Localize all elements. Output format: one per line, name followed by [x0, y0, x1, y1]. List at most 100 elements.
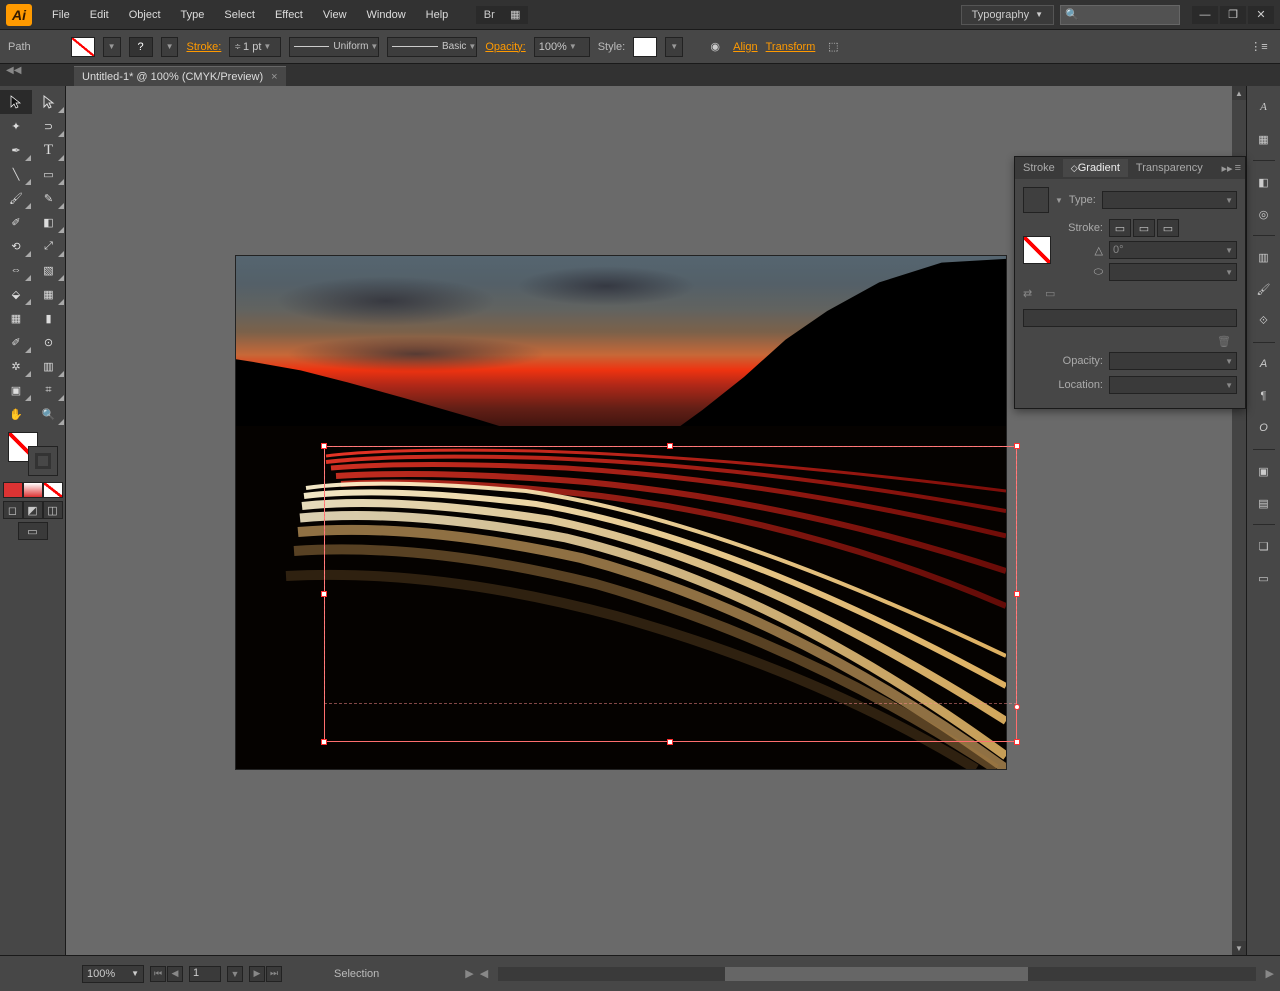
workspace-switcher[interactable]: Typography ▼: [961, 5, 1054, 25]
color-panel-icon[interactable]: ◧: [1251, 169, 1277, 195]
style-swatch[interactable]: [633, 37, 657, 57]
gradient-preview-swatch[interactable]: [1023, 187, 1049, 213]
delete-stop-icon[interactable]: 🗑: [1217, 335, 1231, 348]
scroll-right-icon[interactable]: ▶: [1266, 967, 1274, 980]
bridge-icon[interactable]: Br: [476, 6, 502, 24]
stroke-panel-icon[interactable]: A: [1251, 351, 1277, 377]
panel-collapse-icon[interactable]: ▸▸: [1222, 162, 1233, 175]
transparency-panel-icon[interactable]: O: [1251, 415, 1277, 441]
first-artboard-btn[interactable]: ⏮: [150, 966, 166, 982]
artboard-tool[interactable]: ▣: [0, 378, 32, 402]
menu-file[interactable]: File: [42, 5, 80, 25]
character-panel-icon[interactable]: A: [1251, 94, 1277, 120]
hand-tool[interactable]: ✋: [0, 402, 32, 426]
gradient-color-btn[interactable]: [23, 482, 43, 498]
scroll-down-icon[interactable]: ▼: [1232, 941, 1246, 955]
menu-view[interactable]: View: [313, 5, 357, 25]
horizontal-scrollbar[interactable]: [498, 967, 1255, 981]
scale-tool[interactable]: ⤢: [33, 234, 65, 258]
fill-dropdown[interactable]: ▼: [103, 37, 121, 57]
tab-stroke[interactable]: Stroke: [1015, 159, 1063, 177]
type-tool[interactable]: T: [33, 138, 65, 162]
search-input[interactable]: 🔍: [1060, 5, 1180, 25]
minimize-button[interactable]: —: [1192, 6, 1218, 24]
gradient-fill-swatch[interactable]: [1023, 236, 1051, 264]
reverse-gradient-icon[interactable]: ⇄: [1023, 287, 1041, 305]
eyedropper-tool[interactable]: ✐: [0, 330, 32, 354]
symbols-panel-icon[interactable]: ⟐: [1251, 308, 1277, 334]
stroke-link[interactable]: Stroke:: [186, 41, 221, 53]
layers-panel-icon[interactable]: ❏: [1251, 533, 1277, 559]
close-button[interactable]: ✕: [1248, 6, 1274, 24]
paragraph-panel-icon[interactable]: ▦: [1251, 126, 1277, 152]
blend-tool[interactable]: ⊙: [33, 330, 65, 354]
menu-effect[interactable]: Effect: [265, 5, 313, 25]
stroke-profile-dropdown[interactable]: Uniform▼: [289, 37, 379, 57]
menu-object[interactable]: Object: [119, 5, 171, 25]
opacity-field[interactable]: 100%▼: [534, 37, 590, 57]
recolor-icon[interactable]: ◉: [705, 37, 725, 57]
brush-definition-dropdown[interactable]: Basic▼: [387, 37, 477, 57]
gradient-slider[interactable]: [1023, 309, 1237, 327]
prev-artboard-btn[interactable]: ◀: [167, 966, 183, 982]
stroke-apply-across[interactable]: ▭: [1157, 219, 1179, 237]
gradient-across-icon[interactable]: ▭: [1045, 287, 1063, 305]
free-transform-tool[interactable]: ▧: [33, 258, 65, 282]
color-guide-icon[interactable]: ◎: [1251, 201, 1277, 227]
selection-tool[interactable]: [0, 90, 32, 114]
menu-type[interactable]: Type: [171, 5, 215, 25]
panel-menu-icon[interactable]: ≡: [1235, 162, 1241, 175]
direct-selection-tool[interactable]: [33, 90, 65, 114]
maximize-button[interactable]: ❐: [1220, 6, 1246, 24]
screen-mode[interactable]: ▭: [18, 522, 48, 540]
menu-window[interactable]: Window: [357, 5, 416, 25]
pencil-tool[interactable]: ✎: [33, 186, 65, 210]
artboard-number-field[interactable]: 1: [189, 966, 221, 982]
appearance-panel-icon[interactable]: ▣: [1251, 458, 1277, 484]
brushes-panel-icon[interactable]: 🖌: [1251, 276, 1277, 302]
isolate-icon[interactable]: ⬚: [823, 37, 843, 57]
collapse-tabs-icon[interactable]: ◀◀: [6, 65, 21, 76]
symbol-sprayer-tool[interactable]: ✲: [0, 354, 32, 378]
tab-transparency[interactable]: Transparency: [1128, 159, 1211, 177]
tool-hint-arrow[interactable]: ▶: [465, 967, 473, 980]
rotate-tool[interactable]: ⟲: [0, 234, 32, 258]
next-artboard-btn[interactable]: ▶: [249, 966, 265, 982]
width-tool[interactable]: ⇔: [0, 258, 32, 282]
align-link[interactable]: Align: [733, 41, 757, 53]
stroke-dropdown[interactable]: ▼: [161, 37, 179, 57]
lasso-tool[interactable]: ⊃: [33, 114, 65, 138]
draw-inside[interactable]: ◫: [43, 501, 63, 519]
gradient-panel-icon[interactable]: ¶: [1251, 383, 1277, 409]
grad-location-field[interactable]: ▼: [1109, 376, 1237, 394]
fill-swatch[interactable]: [71, 37, 95, 57]
eraser-tool[interactable]: ◧: [33, 210, 65, 234]
slice-tool[interactable]: ⌗: [33, 378, 65, 402]
stroke-apply-within[interactable]: ▭: [1109, 219, 1131, 237]
perspective-tool[interactable]: ▦: [33, 282, 65, 306]
gradient-angle-field[interactable]: 0°▼: [1109, 241, 1237, 259]
scroll-up-icon[interactable]: ▲: [1232, 86, 1246, 100]
draw-normal[interactable]: ◻: [3, 501, 23, 519]
swatches-panel-icon[interactable]: ▥: [1251, 244, 1277, 270]
opacity-link[interactable]: Opacity:: [485, 41, 525, 53]
shape-builder-tool[interactable]: ⬙: [0, 282, 32, 306]
gradient-panel[interactable]: Stroke ◇Gradient Transparency ▸▸ ≡ ▼ Typ…: [1014, 156, 1246, 409]
stroke-swatch[interactable]: ?: [129, 37, 153, 57]
rectangle-tool[interactable]: ▭: [33, 162, 65, 186]
menu-edit[interactable]: Edit: [80, 5, 119, 25]
grad-opacity-field[interactable]: ▼: [1109, 352, 1237, 370]
graphic-styles-icon[interactable]: ▤: [1251, 490, 1277, 516]
stroke-apply-along[interactable]: ▭: [1133, 219, 1155, 237]
close-tab-icon[interactable]: ×: [271, 71, 277, 83]
solid-color-btn[interactable]: [3, 482, 23, 498]
gradient-type-dropdown[interactable]: ▼: [1102, 191, 1237, 209]
zoom-dropdown[interactable]: 100% ▼: [82, 965, 144, 983]
fill-stroke-indicator[interactable]: [8, 432, 58, 476]
transform-link[interactable]: Transform: [766, 41, 816, 53]
pen-tool[interactable]: ✒: [0, 138, 32, 162]
mesh-tool[interactable]: ▦: [0, 306, 32, 330]
draw-behind[interactable]: ◩: [23, 501, 43, 519]
gradient-tool[interactable]: ▮: [33, 306, 65, 330]
paintbrush-tool[interactable]: 🖌: [0, 186, 32, 210]
